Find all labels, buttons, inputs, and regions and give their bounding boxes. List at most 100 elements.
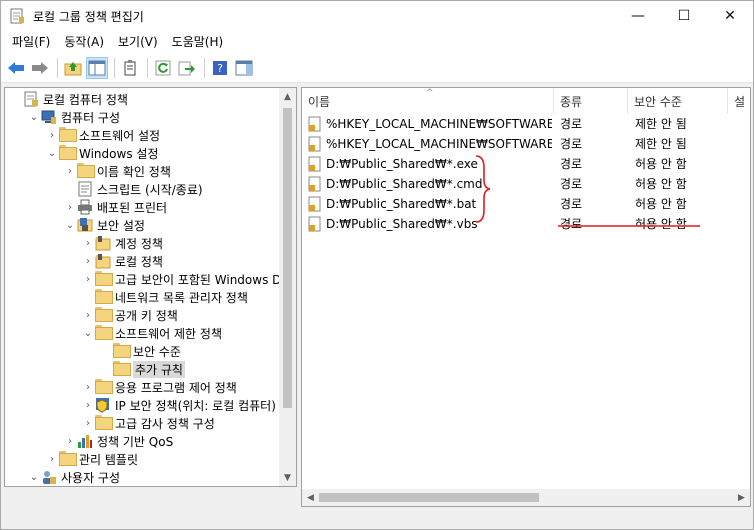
minimize-button[interactable]: — xyxy=(615,1,661,31)
column-header-security-level[interactable]: 보안 수준 xyxy=(628,88,728,114)
tree-vertical-scrollbar[interactable]: ▲ ▼ xyxy=(279,88,296,486)
rule-name: %HKEY_LOCAL_MACHINE₩SOFTWARE... xyxy=(326,117,552,131)
user-icon xyxy=(41,469,57,485)
list-item[interactable]: D:₩Public_Shared₩*.exe 경로 허용 안 함 xyxy=(302,154,750,174)
list-item[interactable]: D:₩Public_Shared₩*.cmd 경로 허용 안 함 xyxy=(302,174,750,194)
help-button[interactable]: ? xyxy=(209,57,231,79)
forward-button[interactable] xyxy=(29,57,51,79)
window-title: 로컬 그룹 정책 편집기 xyxy=(33,9,144,24)
expand-chevron-icon[interactable]: › xyxy=(81,400,95,411)
tree-item[interactable]: ⌄ 컴퓨터 구성 xyxy=(27,108,120,126)
tree-item[interactable]: › 계정 정책 xyxy=(81,234,163,252)
tree-item[interactable]: 네트워크 목록 관리자 정책 xyxy=(81,288,248,306)
expand-chevron-icon[interactable]: › xyxy=(81,418,95,429)
tree-item[interactable]: 로컬 컴퓨터 정책 xyxy=(9,90,128,108)
tree-item-label: 추가 규칙 xyxy=(133,360,185,378)
menu-action[interactable]: 동작(A) xyxy=(57,31,111,53)
close-button[interactable]: ✕ xyxy=(707,1,753,31)
tree-item[interactable]: › IP 보안 정책(위치: 로컬 컴퓨터) xyxy=(81,396,276,414)
list-pane[interactable]: 이름 ^ 종류 보안 수준 설 %HKEY_LOCAL_MACHINE₩SOFT… xyxy=(301,87,751,507)
column-header-description[interactable]: 설 xyxy=(728,88,750,114)
expand-chevron-icon[interactable]: › xyxy=(81,274,95,285)
expand-chevron-icon[interactable]: › xyxy=(45,130,59,141)
tree-item[interactable]: 스크립트 (시작/종료) xyxy=(63,180,203,198)
show-hide-tree-button[interactable] xyxy=(86,56,108,79)
rule-security-level: 허용 안 함 xyxy=(635,217,687,231)
scroll-thumb[interactable] xyxy=(283,108,292,408)
collapse-chevron-icon[interactable]: ⌄ xyxy=(27,112,41,123)
collapse-chevron-icon[interactable]: ⌄ xyxy=(81,328,95,339)
tree-item[interactable]: 보안 수준 xyxy=(99,342,181,360)
properties-button[interactable] xyxy=(119,57,141,79)
policy-editor-icon xyxy=(9,8,25,24)
scroll-thumb[interactable] xyxy=(319,493,539,502)
menu-view[interactable]: 보기(V) xyxy=(111,31,165,53)
collapse-chevron-icon[interactable]: ⌄ xyxy=(27,472,41,483)
list-item[interactable]: D:₩Public_Shared₩*.bat 경로 허용 안 함 xyxy=(302,194,750,214)
tree-item-label: IP 보안 정책(위치: 로컬 컴퓨터) xyxy=(115,398,276,413)
export-list-button[interactable] xyxy=(176,57,198,79)
menu-help[interactable]: 도움말(H) xyxy=(165,31,231,53)
expand-chevron-icon[interactable]: › xyxy=(45,454,59,465)
column-level-label: 보안 수준 xyxy=(634,94,682,109)
rule-security-level: 허용 안 함 xyxy=(635,197,687,211)
collapse-chevron-icon[interactable]: ⌄ xyxy=(63,220,77,231)
show-action-pane-button[interactable] xyxy=(233,57,255,79)
list-item[interactable]: %HKEY_LOCAL_MACHINE₩SOFTWARE... 경로 제한 안 됨 xyxy=(302,114,750,134)
scroll-left-icon[interactable]: ◀ xyxy=(302,489,319,506)
scroll-down-icon[interactable]: ▼ xyxy=(279,469,296,486)
tree-item[interactable]: › 소프트웨어 설정 xyxy=(45,126,160,144)
maximize-button[interactable]: ☐ xyxy=(661,1,707,31)
up-one-level-button[interactable] xyxy=(62,57,84,79)
tree-item[interactable]: ⌄ Windows 설정 xyxy=(45,144,159,162)
tree-item[interactable]: ⌄ 보안 설정 xyxy=(63,216,145,234)
collapse-chevron-icon[interactable]: ⌄ xyxy=(45,148,59,159)
tree-item-label: 공개 키 정책 xyxy=(115,308,178,323)
svg-text:?: ? xyxy=(217,62,223,75)
expand-chevron-icon[interactable]: › xyxy=(63,202,77,213)
column-header-type[interactable]: 종류 xyxy=(554,88,628,114)
tree-pane[interactable]: 로컬 컴퓨터 정책 ⌄ 컴퓨터 구성 › 소프트웨어 설정 ⌄ Windows 설정 › 이름 … xyxy=(4,87,297,487)
expand-chevron-icon[interactable]: › xyxy=(81,256,95,267)
tree-item[interactable]: › 배포된 프린터 xyxy=(63,198,167,216)
toolbar: ? xyxy=(1,53,753,83)
list-item[interactable]: D:₩Public_Shared₩*.vbs 경로 허용 안 함 xyxy=(302,214,750,234)
tree-item[interactable]: › 관리 템플릿 xyxy=(45,450,138,468)
computer-icon xyxy=(41,109,57,125)
toolbar-separator xyxy=(204,57,205,78)
tree-item[interactable]: › 정책 기반 QoS xyxy=(63,432,173,450)
rule-name: D:₩Public_Shared₩*.cmd xyxy=(326,177,483,191)
back-icon xyxy=(8,61,24,74)
export-list-icon xyxy=(178,61,195,75)
refresh-button[interactable] xyxy=(152,57,174,79)
tree-item[interactable]: › 고급 보안이 포함된 Windows Defender 방화벽 xyxy=(81,270,296,288)
tree-item[interactable]: 추가 규칙 xyxy=(99,360,185,378)
column-header-name[interactable]: 이름 ^ xyxy=(302,88,554,114)
list-item[interactable]: %HKEY_LOCAL_MACHINE₩SOFTWARE... 경로 제한 안 됨 xyxy=(302,134,750,154)
tree-item[interactable]: › 고급 감사 정책 구성 xyxy=(81,414,215,432)
tree-item[interactable]: › 공개 키 정책 xyxy=(81,306,178,324)
toolbar-separator xyxy=(57,57,58,78)
tree-item[interactable]: › 이름 확인 정책 xyxy=(63,162,171,180)
qos-chart-icon xyxy=(77,433,93,449)
list-horizontal-scrollbar[interactable]: ◀ ▶ xyxy=(302,489,750,506)
tree-item[interactable]: ⌄ 소프트웨어 제한 정책 xyxy=(81,324,222,342)
back-button[interactable] xyxy=(5,57,27,79)
tree-item[interactable]: › 로컬 정책 xyxy=(81,252,163,270)
tree-item[interactable]: › 응용 프로그램 제어 정책 xyxy=(81,378,237,396)
tree-item[interactable]: ⌄ 사용자 구성 xyxy=(27,468,120,486)
refresh-icon xyxy=(155,60,171,75)
folder-icon xyxy=(77,163,93,179)
expand-chevron-icon[interactable]: › xyxy=(63,166,77,177)
expand-chevron-icon[interactable]: › xyxy=(81,238,95,249)
tree-item-label: 계정 정책 xyxy=(115,236,163,251)
expand-chevron-icon[interactable]: › xyxy=(81,310,95,321)
scroll-right-icon[interactable]: ▶ xyxy=(733,489,750,506)
scroll-up-icon[interactable]: ▲ xyxy=(279,88,296,105)
column-name-label: 이름 xyxy=(308,94,331,109)
toolbar-separator xyxy=(114,57,115,78)
menu-file[interactable]: 파일(F) xyxy=(5,31,57,53)
expand-chevron-icon[interactable]: › xyxy=(63,436,77,447)
expand-chevron-icon[interactable]: › xyxy=(81,382,95,393)
rule-security-level: 제한 안 됨 xyxy=(635,117,687,131)
